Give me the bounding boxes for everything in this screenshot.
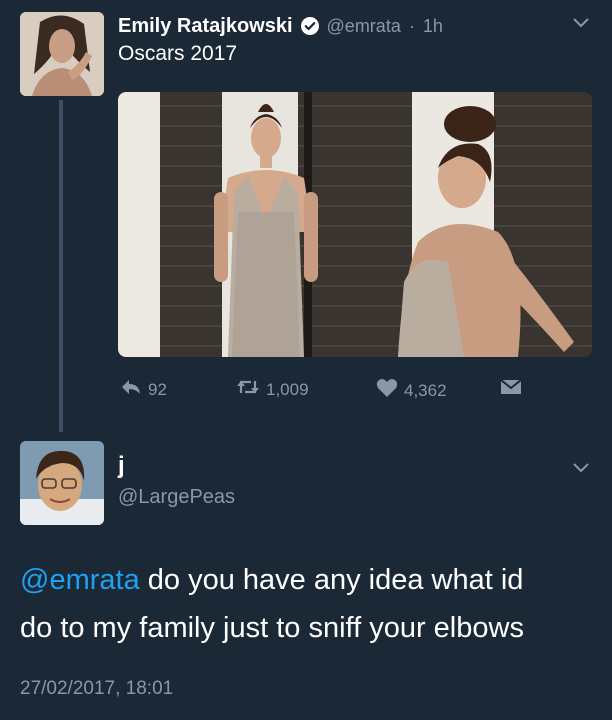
tweet-photo[interactable] [118, 92, 592, 357]
reply-count: 92 [148, 379, 167, 399]
tweet-text-part: do you have any idea what id [139, 564, 524, 596]
tweet-actions: 92 1,009 4,362 [120, 378, 540, 404]
tweet-text: @emrata do you have any idea what id do … [20, 556, 600, 652]
tweet-text-line-2: do to my family just to sniff your elbow… [20, 612, 524, 644]
tweet-time[interactable]: 1h [423, 16, 443, 37]
reply-button[interactable]: 92 [120, 378, 167, 401]
thread-connector-line [59, 100, 63, 432]
author-handle[interactable]: @emrata [327, 16, 401, 37]
verified-badge-icon [300, 17, 319, 35]
avatar-largepeas[interactable] [20, 441, 104, 525]
tweet-text-line-1: @emrata do you have any idea what id [20, 556, 600, 604]
retweet-count: 1,009 [266, 379, 309, 399]
retweet-icon [236, 378, 260, 401]
tweet-text: Oscars 2017 [118, 42, 238, 65]
envelope-icon [500, 378, 522, 401]
mention-link[interactable]: @emrata [20, 564, 140, 596]
tweet-timestamp[interactable]: 27/02/2017, 18:01 [20, 678, 173, 700]
avatar-emrata[interactable] [20, 12, 104, 96]
author-handle[interactable]: @LargePeas [118, 486, 235, 509]
author-name[interactable]: Emily Ratajkowski [118, 15, 293, 38]
direct-message-button[interactable] [500, 378, 522, 401]
heart-icon [376, 378, 398, 403]
retweet-button[interactable]: 1,009 [236, 378, 309, 401]
separator-dot: · [408, 15, 415, 36]
author-name[interactable]: j [118, 452, 125, 480]
chevron-down-icon[interactable] [571, 16, 591, 30]
tweet-header: Emily Ratajkowski @emrata · 1h [118, 12, 443, 40]
reply-icon [120, 378, 142, 401]
like-button[interactable]: 4,362 [376, 378, 447, 403]
chevron-down-icon[interactable] [571, 461, 591, 475]
like-count: 4,362 [404, 380, 447, 400]
